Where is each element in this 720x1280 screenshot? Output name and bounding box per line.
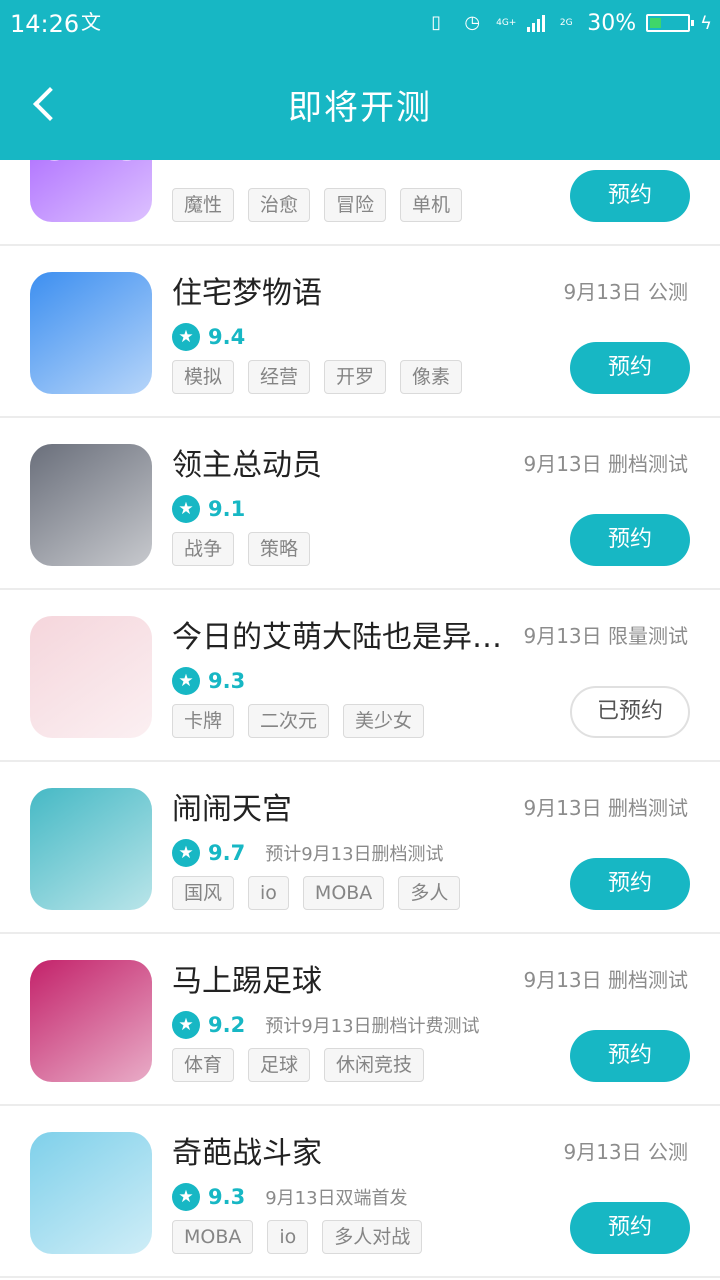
list-item[interactable]: 闹闹天宫 9月13日 删档测试 ★ 9.7 预计9月13日删档测试国风 io MOBA 多人 预… xyxy=(0,762,720,934)
tag-list: 模拟 经营 开罗 像素 xyxy=(172,360,463,394)
genre-tag[interactable]: 足球 xyxy=(248,1048,311,1082)
battery-percent: 30% xyxy=(587,10,637,36)
game-icon[interactable] xyxy=(30,788,152,910)
test-date: 9月13日 公测 xyxy=(563,1140,688,1164)
genre-tag[interactable]: MOBA xyxy=(302,876,385,910)
tag-list: 魔性 治愈 冒险 单机 xyxy=(172,188,463,222)
list-item[interactable]: 奇葩战斗家 9月13日 公测 ★ 9.3 9月13日双端首发 MOBA io 多人对战 预约 xyxy=(0,1106,720,1278)
test-date: 9月13日 公测 xyxy=(563,280,688,304)
charging-icon: ϟ xyxy=(700,12,712,34)
star-icon: ★ xyxy=(172,839,200,867)
game-title[interactable]: 今日的艾萌大陆也是异常... xyxy=(172,612,507,656)
genre-tag[interactable]: 策略 xyxy=(248,532,311,566)
star-icon: ★ xyxy=(172,1183,200,1211)
rating: ★ 9.7 预计9月13日删档测试 xyxy=(172,839,444,867)
genre-tag[interactable]: 冒险 xyxy=(324,188,387,222)
game-icon[interactable] xyxy=(30,444,152,566)
tag-list: 卡牌 二次元 美少女 xyxy=(172,704,425,738)
genre-tag[interactable]: 美少女 xyxy=(343,704,425,738)
star-icon: ★ xyxy=(172,667,200,695)
test-date: 9月13日 删档测试 xyxy=(523,968,688,992)
network-4g-label: 4G+ xyxy=(496,18,517,28)
status-bar: 14:26 文 ▯ ◷ 4G+ 2G 30% ϟ xyxy=(0,0,720,50)
list-item[interactable]: 住宅梦物语 9月13日 公测 ★ 9.4 模拟 经营 开罗 像素 预约 xyxy=(0,246,720,418)
list-item[interactable]: 马上踢足球 9月13日 删档测试 ★ 9.2 预计9月13日删档计费测试体育 足球 休闲竞技… xyxy=(0,934,720,1106)
tag-list: 战争 策略 xyxy=(172,532,311,566)
status-indicators: ▯ ◷ 4G+ 2G 30% ϟ xyxy=(423,10,712,36)
genre-tag[interactable]: 经营 xyxy=(248,360,311,394)
test-date: 9月13日 删档测试 xyxy=(523,796,688,820)
release-note: 预计9月13日删档测试 xyxy=(265,844,444,865)
vibrate-icon: ▯ xyxy=(431,12,442,33)
network-2g-label: 2G xyxy=(559,18,573,28)
reserve-button[interactable]: 预约 xyxy=(570,514,690,566)
test-date: 9月13日 限量测试 xyxy=(523,624,688,648)
tag-list: 体育 足球 休闲竞技 xyxy=(172,1048,425,1082)
game-title[interactable]: 闹闹天宫 xyxy=(172,784,292,828)
reserve-button[interactable]: 预约 xyxy=(570,170,690,222)
genre-tag[interactable]: 魔性 xyxy=(172,188,235,222)
navigation-bar: 即将开测 xyxy=(0,50,720,160)
reserve-button[interactable]: 预约 xyxy=(570,1202,690,1254)
genre-tag[interactable]: 卡牌 xyxy=(172,704,235,738)
genre-tag[interactable]: 多人对战 xyxy=(322,1220,423,1254)
rating: ★ 9.3 xyxy=(172,667,245,695)
app-header: 14:26 文 ▯ ◷ 4G+ 2G 30% ϟ 即将开测 xyxy=(0,0,720,160)
game-title[interactable]: 奇葩战斗家 xyxy=(172,1128,322,1172)
status-time: 14:26 xyxy=(10,10,80,38)
genre-tag[interactable]: 二次元 xyxy=(248,704,330,738)
star-icon: ★ xyxy=(172,495,200,523)
game-icon[interactable] xyxy=(30,616,152,738)
genre-tag[interactable]: MOBA xyxy=(172,1220,254,1254)
rating: ★ 9.1 xyxy=(172,495,245,523)
list-item[interactable]: 今日的艾萌大陆也是异常... 9月13日 限量测试 ★ 9.3 卡牌 二次元 美少女 已预约 xyxy=(0,590,720,762)
rating-score: 9.1 xyxy=(208,497,246,521)
genre-tag[interactable]: 战争 xyxy=(172,532,235,566)
star-icon: ★ xyxy=(172,323,200,351)
genre-tag[interactable]: io xyxy=(267,1220,309,1254)
genre-tag[interactable]: 开罗 xyxy=(324,360,387,394)
game-icon[interactable] xyxy=(30,960,152,1082)
battery-icon xyxy=(646,14,695,32)
test-date: 9月13日 删档测试 xyxy=(523,452,688,476)
game-icon[interactable] xyxy=(30,272,152,394)
genre-tag[interactable]: 休闲竞技 xyxy=(324,1048,425,1082)
genre-tag[interactable]: 体育 xyxy=(172,1048,235,1082)
release-note: 预计9月13日删档计费测试 xyxy=(265,1016,480,1037)
list-item[interactable]: 领主总动员 9月13日 删档测试 ★ 9.1 战争 策略 预约 xyxy=(0,418,720,590)
game-title[interactable]: 马上踢足球 xyxy=(172,956,322,1000)
reserve-button[interactable]: 预约 xyxy=(570,858,690,910)
game-icon[interactable] xyxy=(30,1132,152,1254)
release-note: 9月13日双端首发 xyxy=(265,1188,408,1209)
reserve-button[interactable]: 预约 xyxy=(570,342,690,394)
alarm-icon: ◷ xyxy=(464,12,481,33)
genre-tag[interactable]: 像素 xyxy=(400,360,463,394)
rating-score: 9.3 xyxy=(208,669,246,693)
genre-tag[interactable]: io xyxy=(248,876,289,910)
genre-tag[interactable]: 治愈 xyxy=(248,188,311,222)
genre-tag[interactable]: 单机 xyxy=(400,188,463,222)
page-title: 即将开测 xyxy=(288,88,432,128)
genre-tag[interactable]: 模拟 xyxy=(172,360,235,394)
rating: ★ 9.3 9月13日双端首发 xyxy=(172,1183,408,1211)
rating-score: 9.3 xyxy=(208,1185,246,1209)
rating-score: 9.4 xyxy=(208,325,246,349)
rating-score: 9.7 xyxy=(208,841,246,865)
rating: ★ 9.2 预计9月13日删档计费测试 xyxy=(172,1011,480,1039)
genre-tag[interactable]: 国风 xyxy=(172,876,235,910)
signal-bars-icon xyxy=(527,14,546,32)
input-method-icon: 文 xyxy=(81,10,101,34)
rating-score: 9.2 xyxy=(208,1013,246,1037)
genre-tag[interactable]: 多人 xyxy=(398,876,461,910)
rating: ★ 9.4 xyxy=(172,323,245,351)
tag-list: 国风 io MOBA 多人 xyxy=(172,876,461,910)
reserved-button[interactable]: 已预约 xyxy=(570,686,690,738)
reserve-button[interactable]: 预约 xyxy=(570,1030,690,1082)
game-title[interactable]: 住宅梦物语 xyxy=(172,268,322,312)
tag-list: MOBA io 多人对战 xyxy=(172,1220,423,1254)
game-title[interactable]: 领主总动员 xyxy=(172,440,322,484)
star-icon: ★ xyxy=(172,1011,200,1039)
